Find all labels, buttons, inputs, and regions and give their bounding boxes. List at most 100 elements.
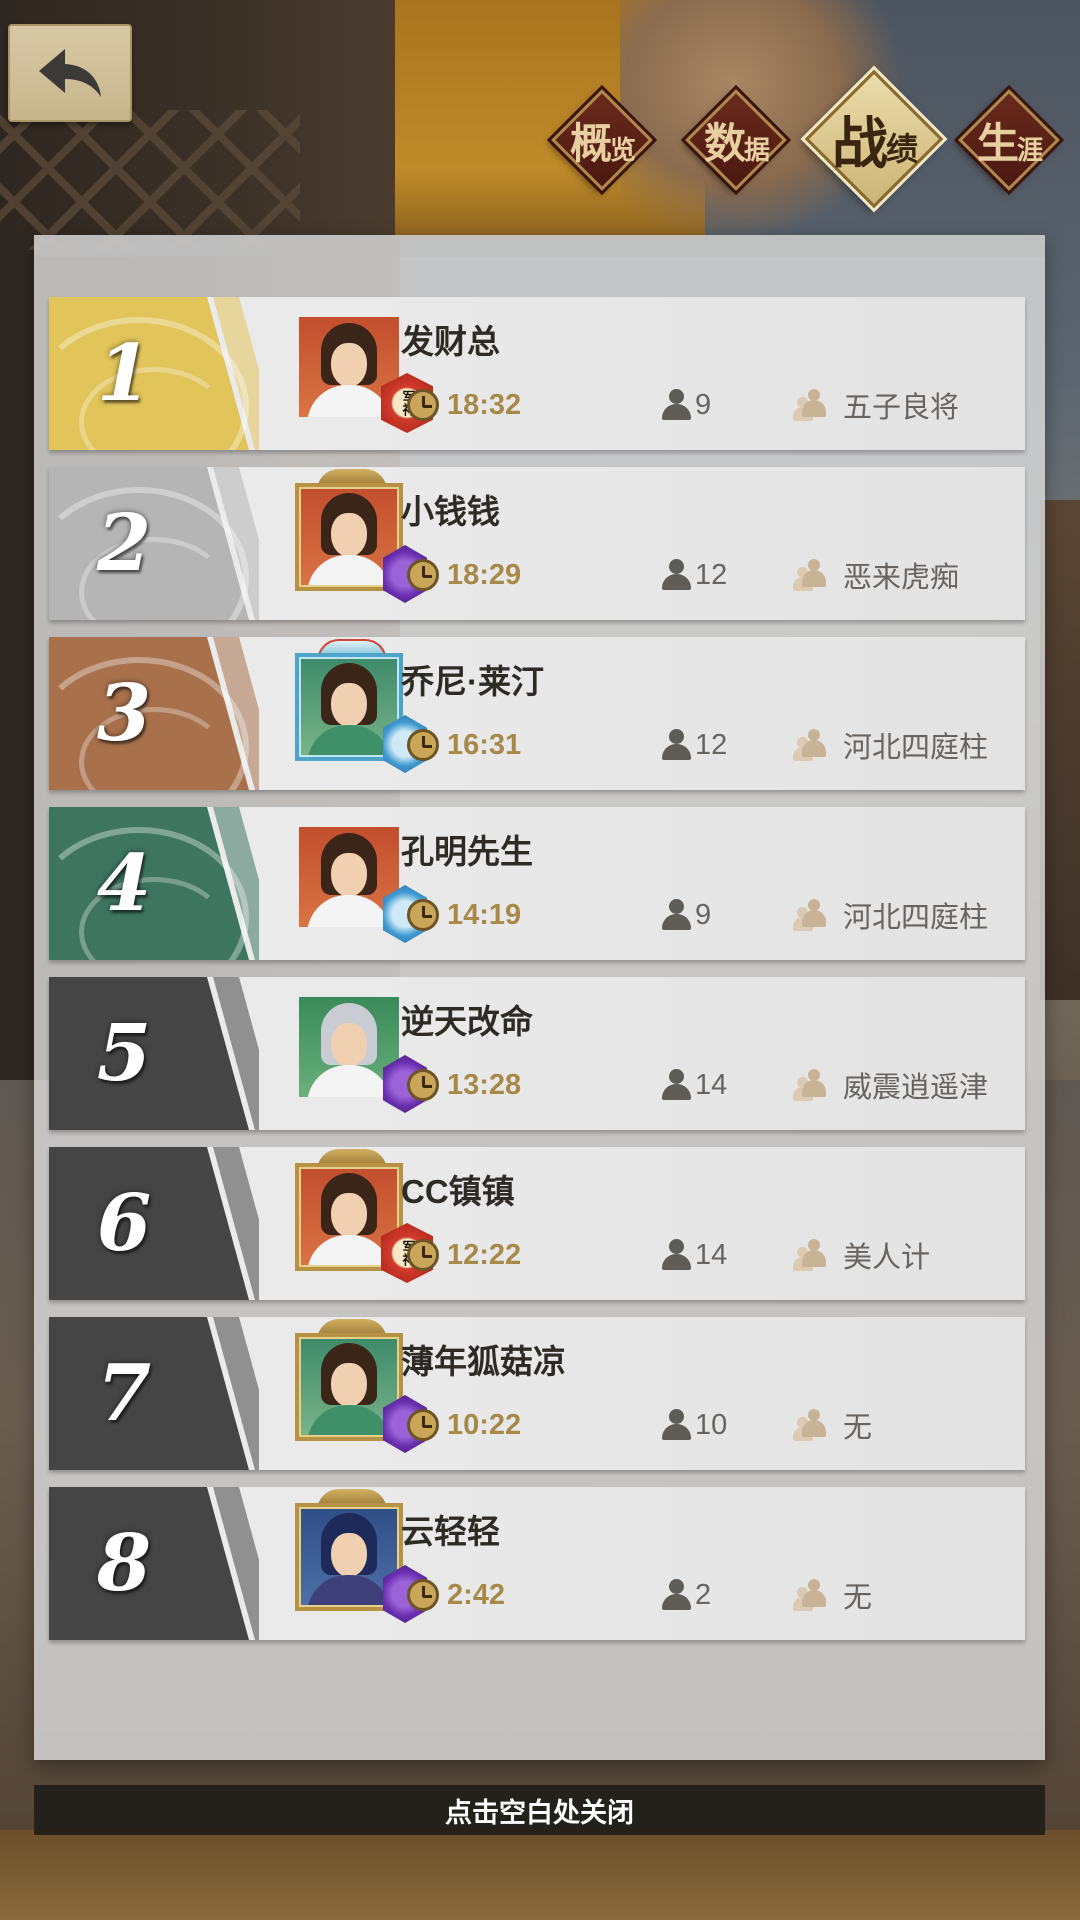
kill-count: 9 [661, 385, 711, 425]
clock-icon [407, 1239, 439, 1271]
ranking-row[interactable]: 8 云轻轻 2:42 2 无 [49, 1487, 1025, 1640]
avatar-face [331, 853, 367, 897]
tab-label-main: 战 [831, 110, 888, 177]
survival-time: 18:29 [407, 555, 521, 595]
rank-badge: 5 [49, 977, 259, 1130]
team-icon [793, 1579, 829, 1611]
survival-time: 18:32 [407, 385, 521, 425]
ranking-row[interactable]: 3 乔尼·莱汀 16:31 12 河北四庭柱 [49, 637, 1025, 790]
kill-count-value: 9 [695, 388, 712, 421]
kill-count-value: 2 [695, 1578, 712, 1611]
rank-badge: 8 [49, 1487, 259, 1640]
team-combo-value: 无 [843, 1412, 873, 1444]
ranking-row[interactable]: 7 薄年狐菇凉 10:22 10 无 [49, 1317, 1025, 1470]
team-combo-value: 美人计 [843, 1242, 931, 1274]
rank-number: 1 [96, 328, 152, 419]
team-combo-value: 无 [843, 1582, 873, 1614]
survival-time-value: 16:31 [447, 728, 522, 761]
clock-icon [407, 1069, 439, 1101]
player-avatar[interactable]: 军神 [299, 317, 433, 433]
kill-count: 14 [661, 1235, 727, 1275]
person-icon [661, 899, 691, 931]
team-combo: 河北四庭柱 [793, 895, 988, 935]
player-avatar[interactable] [295, 1319, 427, 1453]
person-icon [661, 729, 691, 761]
background-building [1040, 500, 1080, 1000]
player-avatar[interactable] [299, 827, 427, 943]
tab-career[interactable]: 生涯 [957, 88, 1061, 192]
ranking-row[interactable]: 2 小钱钱 18:29 12 恶来虎痴 [49, 467, 1025, 620]
team-combo: 恶来虎痴 [793, 555, 959, 595]
tab-overview[interactable]: 概览 [550, 88, 654, 192]
kill-count-value: 12 [695, 558, 728, 591]
team-icon [793, 1409, 829, 1441]
tab-label-sub: 涯 [1017, 135, 1043, 166]
ranking-panel: 1 军神 发财总 18:32 9 [34, 235, 1045, 1760]
tab-data[interactable]: 数据 [684, 88, 788, 192]
tab-label: 战绩 [805, 70, 943, 208]
person-icon [661, 1409, 691, 1441]
survival-time: 10:22 [407, 1405, 521, 1445]
team-icon [793, 729, 829, 761]
player-avatar[interactable]: 军神 [295, 1149, 433, 1283]
survival-time-value: 13:28 [447, 1068, 522, 1101]
player-avatar[interactable] [299, 997, 427, 1113]
team-combo: 五子良将 [793, 385, 959, 425]
tab-label-sub: 据 [744, 135, 770, 166]
ranking-row[interactable]: 5 逆天改命 13:28 14 威震逍遥津 [49, 977, 1025, 1130]
background-floor-edge [0, 1830, 1080, 1920]
rank-number: 6 [96, 1178, 152, 1269]
tab-label: 生涯 [957, 88, 1061, 192]
kill-count: 12 [661, 725, 727, 765]
tab-label-sub: 览 [610, 135, 636, 166]
survival-time-value: 14:19 [447, 898, 522, 931]
background-lattice [0, 110, 300, 250]
kill-count: 9 [661, 895, 711, 935]
ranking-row[interactable]: 1 军神 发财总 18:32 9 [49, 297, 1025, 450]
avatar-face [331, 343, 367, 387]
rank-badge: 4 [49, 807, 259, 960]
rank-number: 5 [96, 1008, 152, 1099]
team-icon [793, 559, 829, 591]
team-combo: 无 [793, 1575, 872, 1615]
tab-label-main: 概 [569, 118, 612, 168]
tab-record[interactable]: 战绩 [804, 69, 944, 209]
survival-time: 14:19 [407, 895, 521, 935]
player-name: CC镇镇 [401, 1173, 515, 1210]
team-icon [793, 1069, 829, 1101]
player-avatar[interactable] [295, 1489, 427, 1623]
rank-number: 2 [96, 498, 152, 589]
player-name: 乔尼·莱汀 [401, 663, 544, 700]
rank-number: 4 [96, 838, 152, 929]
tab-label: 概览 [550, 88, 654, 192]
survival-time-value: 10:22 [447, 1408, 522, 1441]
team-icon [793, 899, 829, 931]
team-combo-value: 河北四庭柱 [843, 902, 989, 934]
avatar-clothes [307, 895, 391, 927]
team-combo: 河北四庭柱 [793, 725, 988, 765]
clock-icon [407, 729, 439, 761]
close-hint-bar[interactable]: 点击空白处关闭 [34, 1785, 1045, 1835]
rank-badge: 6 [49, 1147, 259, 1300]
ranking-row[interactable]: 4 孔明先生 14:19 9 河北四庭柱 [49, 807, 1025, 960]
survival-time: 2:42 [407, 1575, 505, 1615]
clock-icon [407, 1409, 439, 1441]
clock-icon [407, 1579, 439, 1611]
ranking-row[interactable]: 6 军神 CC镇镇 12:22 14 [49, 1147, 1025, 1300]
survival-time-value: 12:22 [447, 1238, 522, 1271]
kill-count-value: 9 [695, 898, 712, 931]
clock-icon [407, 899, 439, 931]
survival-time: 13:28 [407, 1065, 521, 1105]
player-avatar[interactable] [295, 639, 427, 773]
back-button[interactable] [8, 24, 132, 122]
rank-badge: 7 [49, 1317, 259, 1470]
survival-time-value: 18:29 [447, 558, 522, 591]
close-hint-text: 点击空白处关闭 [445, 1797, 634, 1828]
person-icon [661, 1579, 691, 1611]
rank-number: 3 [96, 668, 152, 759]
tab-label-main: 生 [976, 118, 1019, 168]
player-avatar[interactable] [295, 469, 427, 603]
kill-count-value: 10 [695, 1408, 728, 1441]
rank-number: 8 [96, 1518, 152, 1609]
avatar-clothes [307, 385, 391, 417]
